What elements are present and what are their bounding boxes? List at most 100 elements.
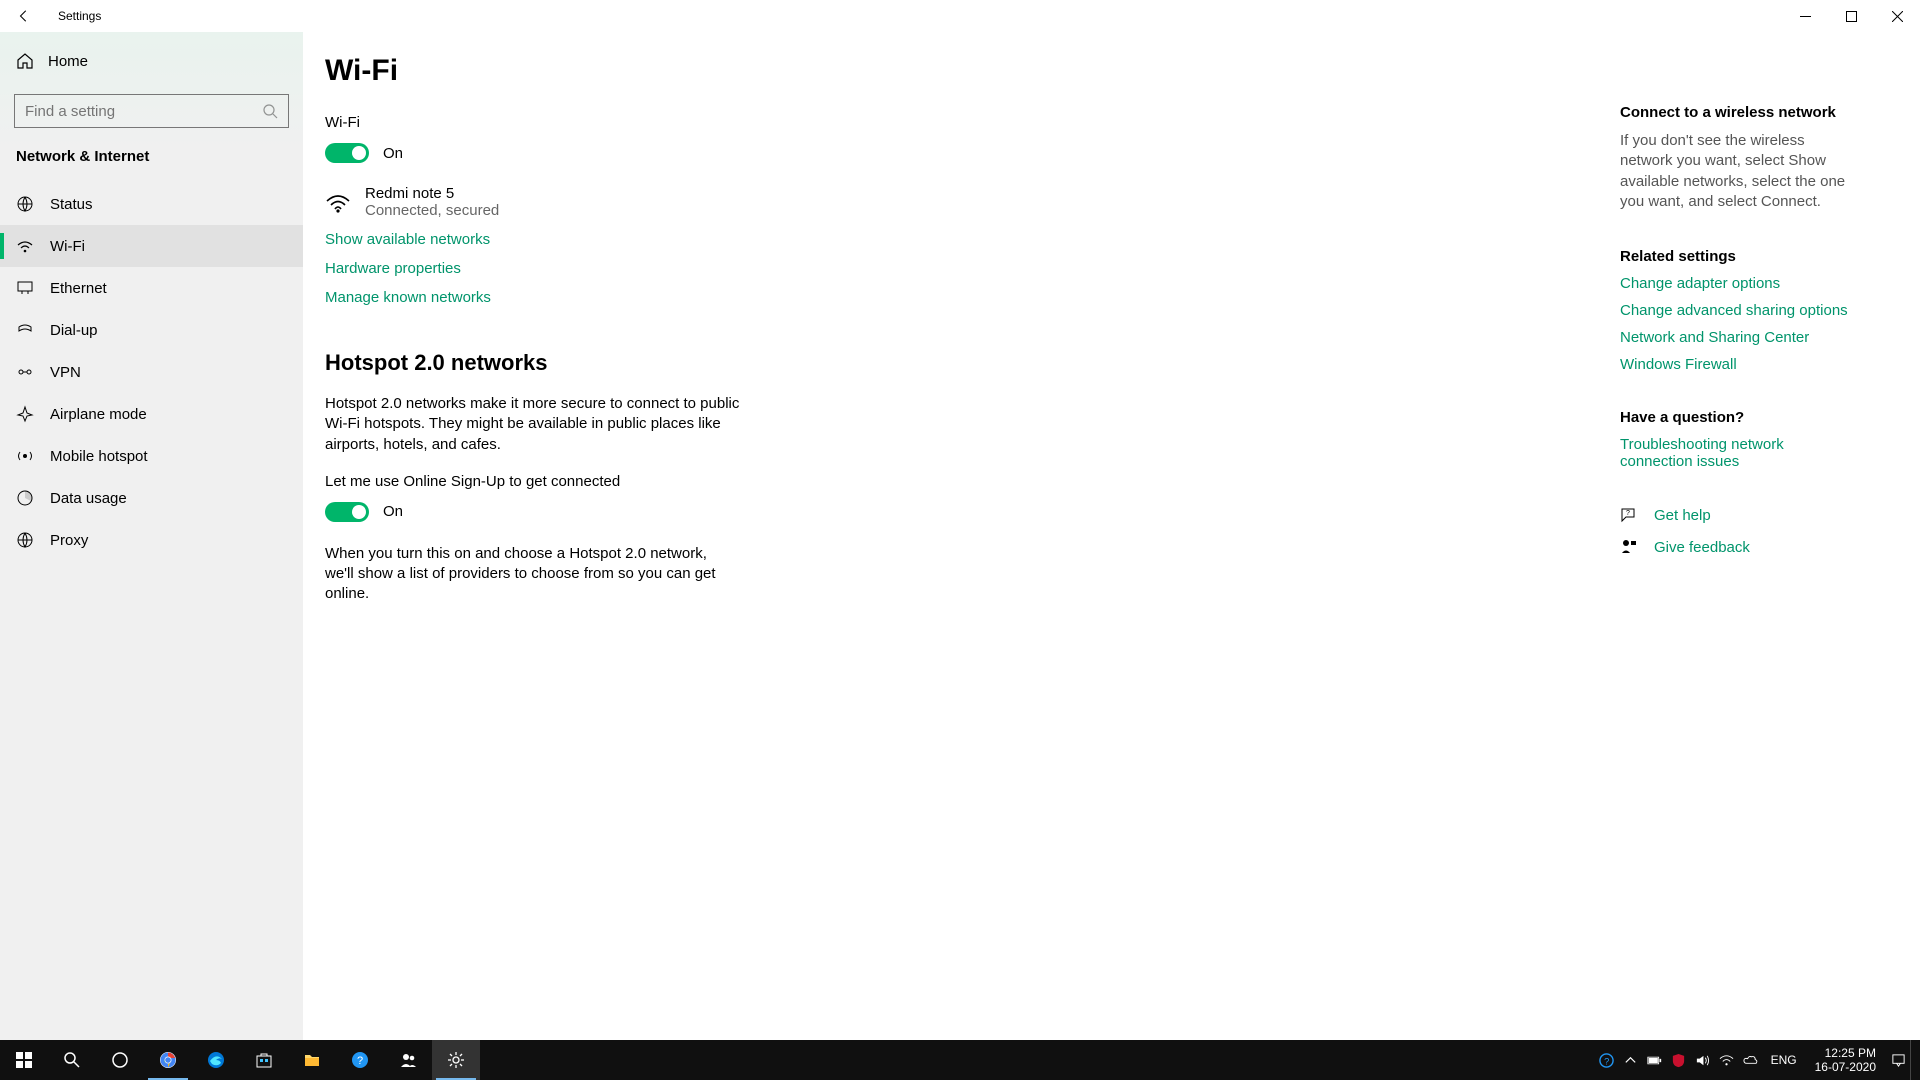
related-heading: Related settings	[1620, 248, 1860, 265]
tray-meet-now[interactable]: ?	[1595, 1040, 1619, 1080]
title-bar: Settings	[0, 0, 1920, 32]
connect-description: If you don't see the wireless network yo…	[1620, 131, 1860, 212]
wifi-icon	[16, 237, 34, 255]
tray-action-center[interactable]	[1886, 1040, 1910, 1080]
search-box[interactable]	[14, 94, 289, 128]
nav-item-datausage[interactable]: Data usage	[0, 477, 303, 519]
nav-item-status[interactable]: Status	[0, 183, 303, 225]
svg-text:?: ?	[1604, 1056, 1609, 1066]
show-desktop-button[interactable]	[1910, 1040, 1916, 1080]
tray-volume[interactable]	[1691, 1040, 1715, 1080]
vpn-icon	[16, 363, 34, 381]
home-label: Home	[48, 53, 88, 70]
tray-clock[interactable]: 12:25 PM 16-07-2020	[1805, 1046, 1886, 1075]
taskbar: ? ? ENG 12:25 PM	[0, 1040, 1920, 1080]
page-title: Wi-Fi	[325, 54, 1173, 88]
link-troubleshooting[interactable]: Troubleshooting network connection issue…	[1620, 436, 1860, 470]
start-button[interactable]	[0, 1040, 48, 1080]
online-signup-label: Let me use Online Sign-Up to get connect…	[325, 473, 1173, 490]
nav-item-proxy[interactable]: Proxy	[0, 519, 303, 561]
get-help-row[interactable]: ? Get help	[1620, 506, 1860, 524]
nav-label: Airplane mode	[50, 406, 147, 423]
minimize-button[interactable]	[1782, 0, 1828, 32]
taskbar-people[interactable]	[384, 1040, 432, 1080]
folder-icon	[303, 1051, 321, 1069]
nav-item-hotspot[interactable]: Mobile hotspot	[0, 435, 303, 477]
nav-item-airplane[interactable]: Airplane mode	[0, 393, 303, 435]
home-icon	[16, 52, 34, 70]
home-button[interactable]: Home	[0, 38, 303, 84]
category-heading: Network & Internet	[0, 128, 303, 175]
nav-item-wifi[interactable]: Wi-Fi	[0, 225, 303, 267]
wifi-signal-icon	[325, 189, 351, 215]
svg-text:?: ?	[1626, 510, 1630, 517]
wifi-toggle[interactable]	[325, 143, 369, 163]
cloud-icon	[1743, 1053, 1758, 1068]
online-signup-state: On	[383, 503, 403, 520]
taskbar-edge[interactable]	[192, 1040, 240, 1080]
chrome-icon	[159, 1051, 177, 1069]
nav-item-vpn[interactable]: VPN	[0, 351, 303, 393]
status-icon	[16, 195, 34, 213]
link-show-available-networks[interactable]: Show available networks	[325, 231, 1173, 248]
datausage-icon	[16, 489, 34, 507]
tray-language[interactable]: ENG	[1763, 1053, 1805, 1067]
nav-label: VPN	[50, 364, 81, 381]
nav-item-dialup[interactable]: Dial-up	[0, 309, 303, 351]
link-change-adapter-options[interactable]: Change adapter options	[1620, 275, 1860, 292]
nav-label: Dial-up	[50, 322, 98, 339]
close-button[interactable]	[1874, 0, 1920, 32]
cortana-button[interactable]	[96, 1040, 144, 1080]
give-feedback-row[interactable]: Give feedback	[1620, 538, 1860, 556]
back-button[interactable]	[0, 0, 48, 32]
aside-panel: Connect to a wireless network If you don…	[1620, 104, 1860, 556]
people-icon	[399, 1051, 417, 1069]
sidebar: Home Network & Internet Status Wi-Fi Eth…	[0, 32, 303, 1040]
main-content: Wi-Fi Wi-Fi On Redmi note 5 Connected, s…	[303, 32, 1920, 1040]
link-change-advanced-sharing[interactable]: Change advanced sharing options	[1620, 302, 1860, 319]
search-icon	[63, 1051, 81, 1069]
online-signup-toggle[interactable]	[325, 502, 369, 522]
tray-battery[interactable]	[1643, 1040, 1667, 1080]
taskbar-get-help[interactable]: ?	[336, 1040, 384, 1080]
airplane-icon	[16, 405, 34, 423]
hotspot-heading: Hotspot 2.0 networks	[325, 350, 1173, 376]
back-arrow-icon	[17, 9, 31, 23]
nav-label: Status	[50, 196, 93, 213]
nav-item-ethernet[interactable]: Ethernet	[0, 267, 303, 309]
tray-date: 16-07-2020	[1815, 1060, 1876, 1074]
wifi-toggle-state: On	[383, 145, 403, 162]
store-icon	[255, 1051, 273, 1069]
tray-onedrive[interactable]	[1739, 1040, 1763, 1080]
tray-mcafee[interactable]	[1667, 1040, 1691, 1080]
taskbar-chrome[interactable]	[144, 1040, 192, 1080]
taskbar-file-explorer[interactable]	[288, 1040, 336, 1080]
network-status: Connected, secured	[365, 202, 499, 219]
current-network[interactable]: Redmi note 5 Connected, secured	[325, 185, 1173, 219]
nav-label: Ethernet	[50, 280, 107, 297]
tray-wifi[interactable]	[1715, 1040, 1739, 1080]
search-icon	[262, 103, 278, 119]
chevron-up-icon	[1623, 1053, 1638, 1068]
tray-chevron[interactable]	[1619, 1040, 1643, 1080]
network-name: Redmi note 5	[365, 185, 499, 202]
feedback-icon	[1620, 538, 1638, 556]
link-get-help[interactable]: Get help	[1654, 507, 1711, 524]
shield-icon	[1671, 1053, 1686, 1068]
proxy-icon	[16, 531, 34, 549]
taskbar-store[interactable]	[240, 1040, 288, 1080]
link-give-feedback[interactable]: Give feedback	[1654, 539, 1750, 556]
link-manage-known-networks[interactable]: Manage known networks	[325, 289, 1173, 306]
maximize-button[interactable]	[1828, 0, 1874, 32]
search-input[interactable]	[25, 103, 262, 120]
window-title: Settings	[58, 9, 101, 23]
nav-label: Mobile hotspot	[50, 448, 148, 465]
link-windows-firewall[interactable]: Windows Firewall	[1620, 356, 1860, 373]
link-hardware-properties[interactable]: Hardware properties	[325, 260, 1173, 277]
online-signup-description: When you turn this on and choose a Hotsp…	[325, 544, 725, 605]
taskbar-settings[interactable]	[432, 1040, 480, 1080]
dialup-icon	[16, 321, 34, 339]
search-button[interactable]	[48, 1040, 96, 1080]
cortana-icon	[111, 1051, 129, 1069]
link-network-sharing-center[interactable]: Network and Sharing Center	[1620, 329, 1860, 346]
